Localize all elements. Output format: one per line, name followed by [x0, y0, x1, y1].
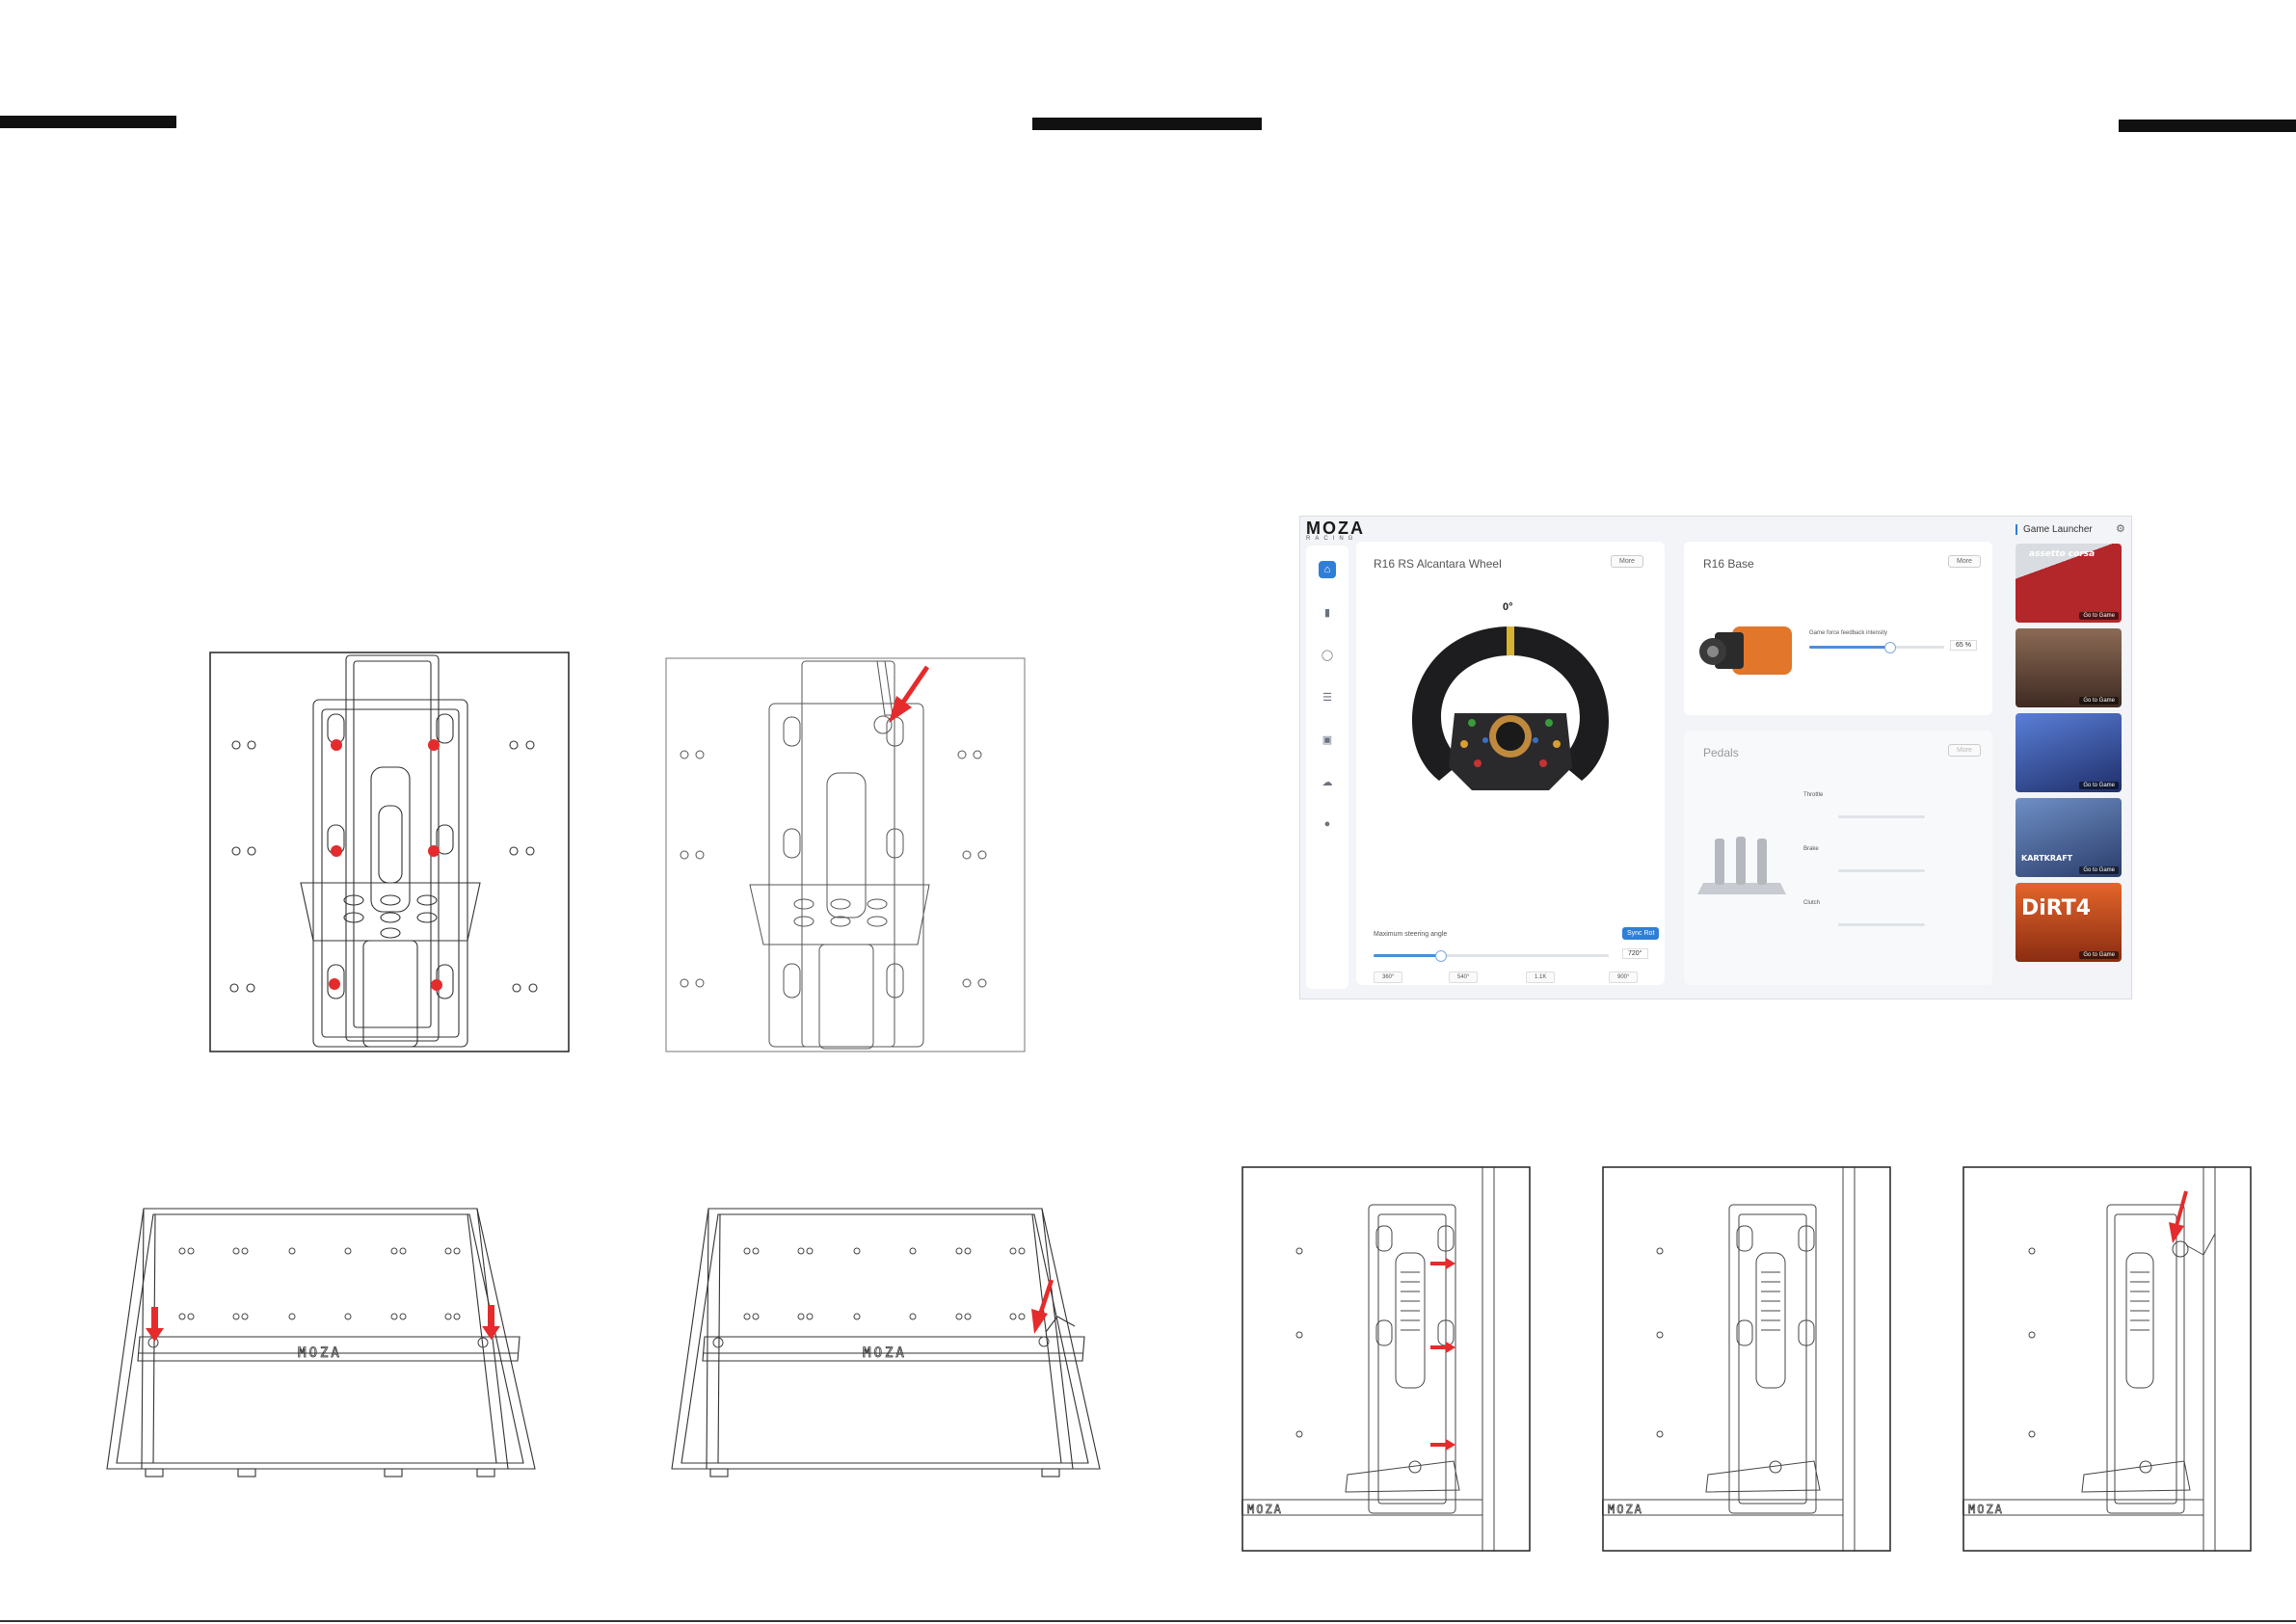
- game-tile-5[interactable]: DiRT4 Go to Game: [2016, 883, 2122, 962]
- throttle-label: Throttle: [1803, 792, 1824, 798]
- brake-slider[interactable]: [1838, 869, 1925, 872]
- moza-pit-house-window: MOZA RACING ⌂ ▮ ◯ ☰ ▣ ☁ ● R16 RS Alcanta…: [1299, 516, 2132, 999]
- pedal-side-diagram-1: MOZA: [1241, 1166, 1531, 1552]
- preset-button-3[interactable]: 1.1K: [1526, 972, 1556, 983]
- game-tile-4[interactable]: KARTKRAFT Go to Game: [2016, 798, 2122, 877]
- force-feedback-value[interactable]: 65 %: [1950, 640, 1977, 651]
- home-icon[interactable]: ⌂: [1319, 561, 1336, 578]
- steering-angle-value[interactable]: 720°: [1622, 948, 1648, 959]
- rail-mount-diagram-2: MOZA: [668, 1207, 1109, 1480]
- steering-wheel-icon[interactable]: ◯: [1319, 646, 1336, 663]
- preset-button-4[interactable]: 900°: [1609, 972, 1639, 983]
- game-tile-2[interactable]: Go to Game: [2016, 628, 2122, 707]
- clutch-slider[interactable]: [1838, 923, 1925, 926]
- rail-logo-side-1: MOZA: [1247, 1503, 1283, 1516]
- cloud-icon[interactable]: ☁: [1319, 773, 1336, 790]
- pedals-card-title: Pedals: [1703, 746, 1739, 759]
- base-card-title: R16 Base: [1703, 557, 1754, 571]
- preset-button-2[interactable]: 540°: [1449, 972, 1479, 983]
- pedals-more-button[interactable]: More: [1948, 744, 1981, 757]
- wheel-base-icon[interactable]: ▮: [1319, 603, 1336, 621]
- game-tile-1[interactable]: assetto corsa Go to Game: [2016, 544, 2122, 623]
- user-icon[interactable]: ●: [1319, 815, 1336, 833]
- pedal-mount-diagram-1: [209, 652, 570, 1052]
- header-rule-left: [0, 116, 176, 128]
- preset-button-1[interactable]: 360°: [1374, 972, 1403, 983]
- header-rule-center: [1032, 118, 1262, 130]
- force-feedback-slider[interactable]: [1809, 642, 1944, 653]
- game-launcher-title: Game Launcher: [2016, 524, 2093, 535]
- pedal-mount-diagram-2: [665, 657, 1026, 1052]
- rail-logo-side-3: MOZA: [1968, 1503, 2004, 1516]
- launcher-settings-icon[interactable]: ⚙: [2116, 522, 2125, 535]
- pedal-side-diagram-3: MOZA: [1962, 1166, 2252, 1552]
- wheel-card: R16 RS Alcantara Wheel More 0° Maximum s…: [1356, 542, 1665, 985]
- clutch-label: Clutch: [1803, 900, 1821, 906]
- dashboard-icon[interactable]: ▣: [1319, 731, 1336, 748]
- header-rule-right: [2119, 120, 2296, 132]
- steering-wheel-image: [1412, 626, 1609, 790]
- base-card: R16 Base More Game force feedback intens…: [1684, 542, 1992, 715]
- brake-label: Brake: [1803, 846, 1819, 852]
- game-tile-3[interactable]: Go to Game: [2016, 713, 2122, 792]
- steering-angle-label: Maximum steering angle: [1374, 931, 1448, 938]
- wheel-base-image: [1699, 626, 1792, 675]
- wheel-angle-display: 0°: [1503, 601, 1513, 613]
- pedals-image: [1697, 837, 1786, 894]
- base-more-button[interactable]: More: [1948, 555, 1981, 568]
- steering-angle-slider[interactable]: [1374, 950, 1609, 962]
- wheel-card-title: R16 RS Alcantara Wheel: [1374, 557, 1502, 571]
- wheel-more-button[interactable]: More: [1611, 555, 1643, 568]
- rail-logo-2: MOZA: [863, 1345, 907, 1361]
- sync-rotation-button[interactable]: Sync Rot: [1622, 927, 1660, 940]
- side-nav: ⌂ ▮ ◯ ☰ ▣ ☁ ●: [1306, 546, 1348, 989]
- rail-logo: MOZA: [298, 1345, 342, 1361]
- force-feedback-label: Game force feedback intensity: [1809, 630, 1888, 636]
- pedals-icon[interactable]: ☰: [1319, 688, 1336, 706]
- throttle-slider[interactable]: [1838, 815, 1925, 818]
- pedal-side-diagram-2: MOZA: [1602, 1166, 1891, 1552]
- pedals-card: Pedals More Throttle Brake Clutch: [1684, 731, 1992, 985]
- bottom-rule: [0, 1620, 2296, 1622]
- moza-logo: MOZA RACING: [1306, 519, 1365, 542]
- rail-mount-diagram-1: MOZA: [103, 1207, 545, 1480]
- rail-logo-side-2: MOZA: [1608, 1503, 1643, 1516]
